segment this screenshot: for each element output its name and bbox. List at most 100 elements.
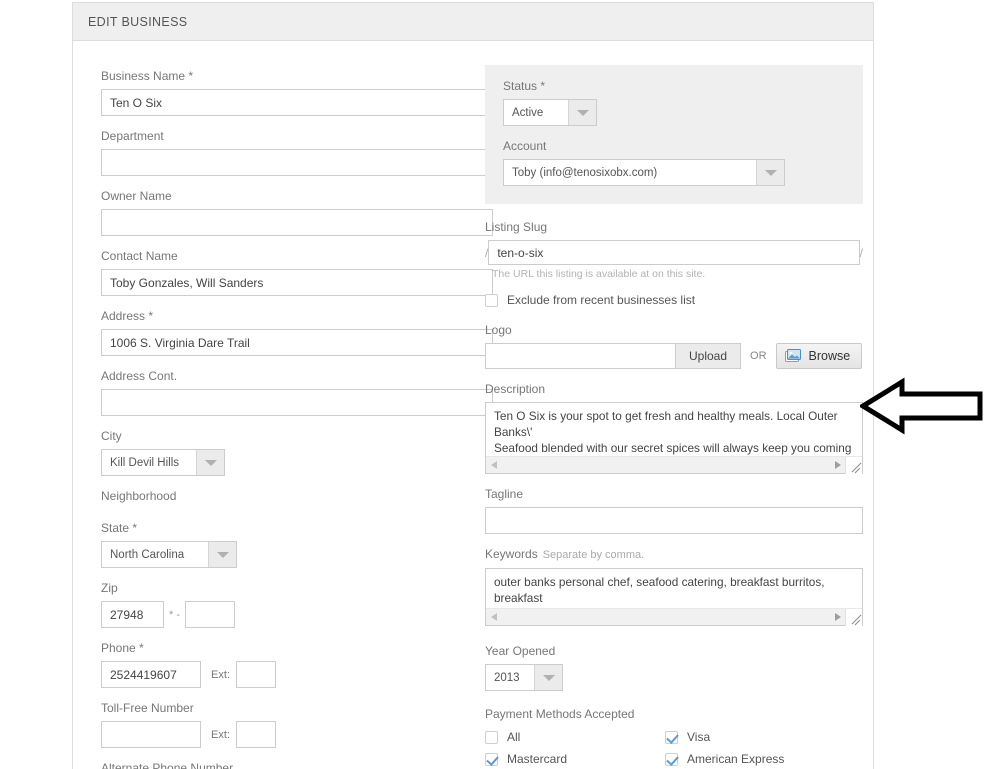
keywords-textarea[interactable]: outer banks personal chef, seafood cater… — [486, 569, 862, 608]
city-label: City — [101, 429, 122, 443]
status-select[interactable]: Active — [503, 99, 597, 126]
tagline-input[interactable] — [485, 507, 863, 534]
address-cont-label: Address Cont. — [101, 369, 178, 383]
logo-file-input[interactable] — [485, 343, 675, 369]
payment-method-row[interactable]: American Express — [665, 752, 845, 766]
payment-method-checkbox[interactable] — [485, 752, 498, 766]
state-select[interactable]: North Carolina — [101, 541, 237, 568]
slug-suffix-slash: / — [859, 245, 863, 260]
address-cont-input[interactable] — [101, 389, 493, 416]
field-account: Account Toby (info@tenosixobx.com) — [503, 139, 845, 186]
state-select-value: North Carolina — [110, 548, 185, 561]
zip-label: Zip — [101, 581, 118, 595]
payment-method-label: Mastercard — [507, 752, 568, 766]
payment-method-label: Visa — [687, 730, 711, 744]
or-separator: OR — [750, 350, 767, 362]
chevron-down-icon — [534, 665, 562, 690]
department-input[interactable] — [101, 149, 493, 176]
status-account-box: Status * Active Account Toby (info@tenos… — [485, 65, 863, 204]
listing-slug-row: / / — [485, 240, 863, 265]
field-contact-name: Contact Name — [101, 249, 493, 296]
logo-label: Logo — [485, 323, 512, 337]
browse-button[interactable]: Browse — [775, 343, 863, 369]
scroll-left-arrow-icon[interactable] — [486, 461, 501, 469]
scroll-left-arrow-icon[interactable] — [486, 613, 501, 621]
left-column: Business Name * Department Owner Name Co… — [101, 69, 493, 769]
description-horizontal-scrollbar[interactable] — [486, 456, 862, 474]
scroll-track[interactable] — [501, 610, 830, 624]
keywords-label-text: Keywords — [485, 547, 538, 561]
payment-method-checkbox[interactable] — [665, 752, 678, 766]
phone-input[interactable] — [101, 661, 201, 688]
year-opened-select-value: 2013 — [494, 671, 520, 684]
scroll-track[interactable] — [501, 458, 830, 472]
year-opened-select[interactable]: 2013 — [485, 664, 563, 691]
annotation-left-pointing-arrow — [858, 376, 984, 436]
phone-ext-label: Ext: — [211, 668, 230, 681]
field-department: Department — [101, 129, 493, 176]
scroll-right-arrow-icon[interactable] — [830, 461, 845, 469]
contact-name-input[interactable] — [101, 269, 493, 296]
tagline-label: Tagline — [485, 487, 524, 501]
toll-free-ext-input[interactable] — [235, 721, 276, 748]
field-description: Description Ten O Six is your spot to ge… — [485, 382, 863, 474]
keywords-line: platters, boars head meats, sandwiches, … — [494, 606, 854, 608]
resize-grip-icon[interactable] — [845, 608, 862, 626]
payment-method-checkbox[interactable] — [485, 730, 498, 744]
listing-slug-input[interactable] — [488, 240, 860, 265]
edit-business-panel: EDIT BUSINESS Business Name * Department… — [72, 2, 874, 769]
exclude-recent-checkbox[interactable] — [485, 293, 498, 307]
payment-methods-grid: AllVisaMastercardAmerican ExpressDiscove… — [485, 730, 863, 769]
toll-free-ext-label: Ext: — [211, 728, 230, 741]
owner-name-label: Owner Name — [101, 189, 172, 203]
zip-input[interactable] — [101, 601, 164, 628]
alternate-phone-label: Alternate Phone Number — [101, 761, 234, 769]
owner-name-input[interactable] — [101, 209, 493, 236]
city-select[interactable]: Kill Devil Hills — [101, 449, 225, 476]
status-select-value: Active — [512, 106, 544, 119]
toll-free-input[interactable] — [101, 721, 201, 748]
account-select[interactable]: Toby (info@tenosixobx.com) — [503, 159, 785, 186]
panel-body: Business Name * Department Owner Name Co… — [73, 41, 873, 769]
field-status: Status * Active — [503, 79, 845, 126]
field-address: Address * — [101, 309, 493, 356]
phone-label: Phone * — [101, 641, 144, 655]
description-line: Ten O Six is your spot to get fresh and … — [494, 409, 838, 439]
exclude-recent-checkbox-row[interactable]: Exclude from recent businesses list — [485, 293, 863, 307]
payment-method-row[interactable]: All — [485, 730, 665, 744]
keywords-textarea-wrap: outer banks personal chef, seafood cater… — [485, 568, 863, 626]
scroll-right-arrow-icon[interactable] — [830, 613, 845, 621]
browse-button-label: Browse — [808, 349, 851, 363]
exclude-recent-label: Exclude from recent businesses list — [507, 293, 696, 307]
toll-free-label: Toll-Free Number — [101, 701, 194, 715]
field-owner-name: Owner Name — [101, 189, 493, 236]
screen: EDIT BUSINESS Business Name * Department… — [0, 0, 988, 769]
payment-method-row[interactable]: Visa — [665, 730, 845, 744]
business-name-input[interactable] — [101, 89, 493, 116]
keywords-hint: Separate by comma. — [542, 549, 645, 561]
field-neighborhood: Neighborhood — [101, 489, 493, 503]
right-column: Status * Active Account Toby (info@tenos… — [485, 65, 863, 769]
field-year-opened: Year Opened 2013 — [485, 644, 863, 691]
page-title: EDIT BUSINESS — [88, 14, 188, 29]
description-textarea-wrap: Ten O Six is your spot to get fresh and … — [485, 402, 863, 474]
payment-method-checkbox[interactable] — [665, 730, 678, 744]
payment-method-row[interactable]: Mastercard — [485, 752, 665, 766]
zip-plus4-input[interactable] — [185, 601, 235, 628]
payment-method-label: All — [507, 730, 521, 744]
address-input[interactable] — [101, 329, 493, 356]
chevron-down-icon — [208, 542, 236, 567]
resize-grip-icon[interactable] — [845, 456, 862, 474]
phone-ext-input[interactable] — [235, 661, 276, 688]
panel-header: EDIT BUSINESS — [73, 3, 873, 41]
description-line: Seafood blended with our secret spices w… — [494, 441, 852, 455]
keywords-label: Keywords Separate by comma. — [485, 547, 863, 562]
state-label: State * — [101, 521, 138, 535]
listing-slug-help: The URL this listing is available at on … — [492, 268, 706, 280]
keywords-horizontal-scrollbar[interactable] — [486, 608, 862, 626]
upload-button[interactable]: Upload — [675, 343, 742, 369]
account-label: Account — [503, 139, 547, 153]
description-textarea[interactable]: Ten O Six is your spot to get fresh and … — [486, 403, 862, 456]
address-label: Address * — [101, 309, 154, 323]
payment-method-label: American Express — [687, 752, 785, 766]
